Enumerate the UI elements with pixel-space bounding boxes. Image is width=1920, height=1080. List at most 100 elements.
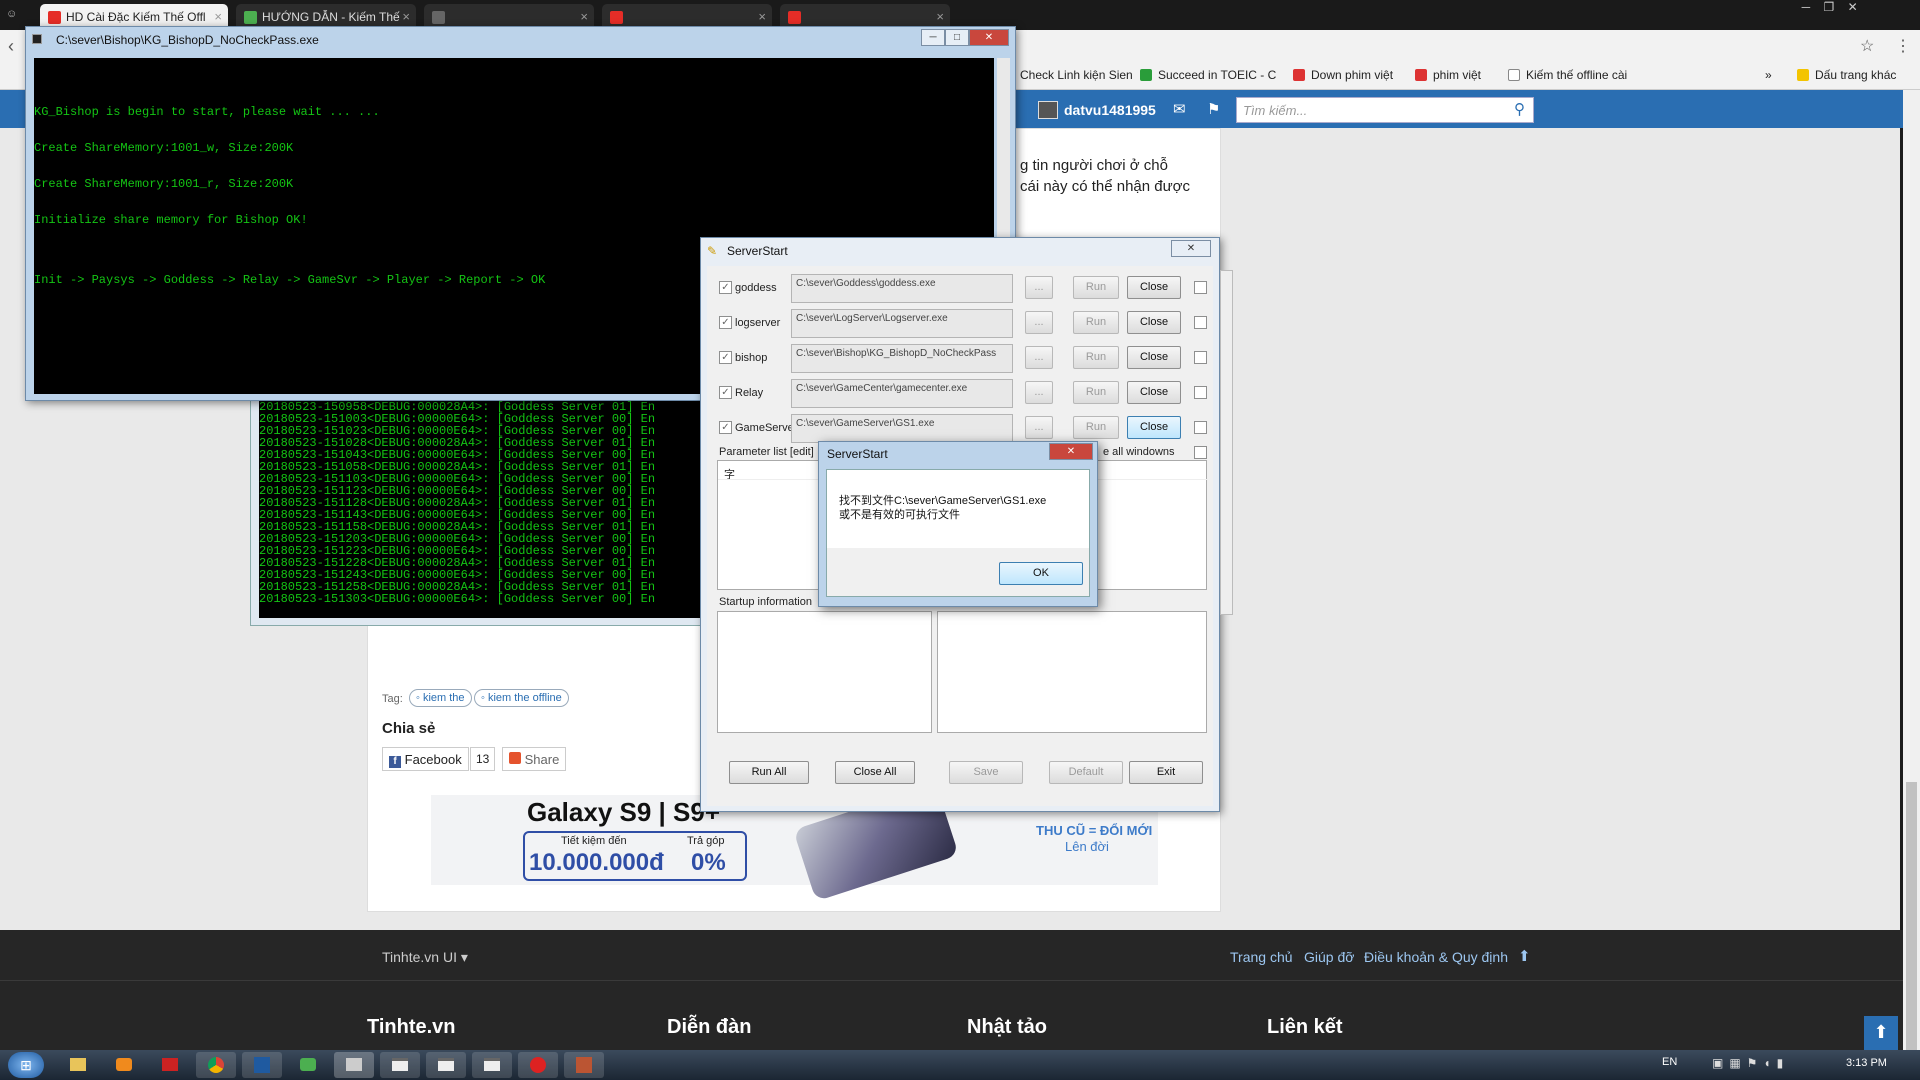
ok-button[interactable]: OK	[999, 562, 1083, 585]
close-server-button[interactable]: Close	[1127, 346, 1181, 369]
close-button[interactable]: ✕	[1171, 240, 1211, 257]
run-button[interactable]: Run	[1073, 276, 1119, 299]
browse-button[interactable]: ...	[1025, 381, 1053, 404]
run-button[interactable]: Run	[1073, 416, 1119, 439]
start-button[interactable]: ⊞	[8, 1052, 44, 1078]
default-button[interactable]: Default	[1049, 761, 1123, 784]
browse-button[interactable]: ...	[1025, 276, 1053, 299]
avatar[interactable]	[1038, 101, 1058, 119]
goddess-console-window[interactable]: 20180523-150958<DEBUG:000028A4>: [Goddes…	[250, 390, 747, 626]
close-server-button[interactable]: Close	[1127, 276, 1181, 299]
server-extra-checkbox[interactable]	[1194, 386, 1207, 399]
window-controls[interactable]: ─ ❐ ✕	[1795, 0, 1915, 18]
browse-button[interactable]: ...	[1025, 416, 1053, 439]
server-extra-checkbox[interactable]	[1194, 316, 1207, 329]
back-to-top-button[interactable]: ⬆	[1864, 1016, 1898, 1050]
page-scrollbar[interactable]	[1903, 90, 1920, 1056]
taskbar-skype[interactable]	[288, 1052, 328, 1078]
back-icon[interactable]: ‹	[8, 36, 14, 57]
username[interactable]: datvu1481995	[1064, 102, 1156, 118]
user-icon[interactable]: ☺	[6, 8, 26, 22]
taskbar-chrome[interactable]	[196, 1052, 236, 1078]
server-extra-checkbox[interactable]	[1194, 281, 1207, 294]
close-server-button[interactable]: Close	[1127, 416, 1181, 439]
flag-icon[interactable]: ⚑	[1207, 100, 1220, 118]
close-button[interactable]: ✕	[969, 29, 1009, 46]
close-server-button[interactable]: Close	[1127, 311, 1181, 334]
tag-link[interactable]: ◦ kiem the	[409, 689, 472, 707]
server-extra-checkbox[interactable]	[1194, 351, 1207, 364]
share-button[interactable]: Share	[502, 747, 567, 771]
server-extra-checkbox[interactable]	[1194, 421, 1207, 434]
bookmark-1[interactable]: Succeed in TOEIC - C	[1140, 68, 1276, 82]
footer-link[interactable]: Giúp đỡ	[1304, 949, 1354, 965]
bookmark-3[interactable]: phim việt	[1415, 68, 1481, 82]
server-enabled-checkbox[interactable]: ✓	[719, 386, 732, 399]
server-enabled-checkbox[interactable]: ✓	[719, 316, 732, 329]
close-tab-icon[interactable]: ×	[758, 9, 766, 24]
star-icon[interactable]: ☆	[1860, 36, 1874, 56]
search-icon[interactable]: ⚲	[1514, 100, 1525, 118]
server-enabled-checkbox[interactable]: ✓	[719, 421, 732, 434]
bookmark-2[interactable]: Down phim việt	[1293, 68, 1393, 82]
taskbar-media[interactable]	[104, 1052, 144, 1078]
menu-icon[interactable]: ⋮	[1895, 36, 1911, 56]
server-path-field[interactable]: C:\sever\LogServer\Logserver.exe	[791, 309, 1013, 338]
server-path-field[interactable]: C:\sever\Bishop\KG_BishopD_NoCheckPass	[791, 344, 1013, 373]
hide-windows-checkbox[interactable]	[1194, 446, 1207, 459]
bookmark-other[interactable]: Dấu trang khác	[1797, 68, 1896, 82]
scroll-thumb[interactable]	[1906, 782, 1917, 1056]
browse-button[interactable]: ...	[1025, 311, 1053, 334]
run-button[interactable]: Run	[1073, 311, 1119, 334]
bookmark-4[interactable]: Kiếm thế offline cài	[1508, 68, 1627, 82]
taskbar-console[interactable]	[472, 1052, 512, 1078]
run-button[interactable]: Run	[1073, 346, 1119, 369]
server-path-field[interactable]: C:\sever\GameServer\GS1.exe	[791, 414, 1013, 443]
taskbar-outlook[interactable]	[242, 1052, 282, 1078]
close-tab-icon[interactable]: ×	[402, 9, 410, 24]
browse-button[interactable]: ...	[1025, 346, 1053, 369]
exit-button[interactable]: Exit	[1129, 761, 1203, 784]
startup-list[interactable]	[717, 611, 932, 733]
close-tab-icon[interactable]: ×	[580, 9, 588, 24]
server-enabled-checkbox[interactable]: ✓	[719, 351, 732, 364]
tray-icons[interactable]: ▣▦⚑◖▮	[1712, 1056, 1789, 1070]
server-path-field[interactable]: C:\sever\Goddess\goddess.exe	[791, 274, 1013, 303]
folder-icon	[70, 1058, 86, 1071]
taskbar-app[interactable]	[150, 1052, 190, 1078]
run-button[interactable]: Run	[1073, 381, 1119, 404]
error-dialog[interactable]: ServerStart ✕ 找不到文件C:\sever\GameServer\G…	[818, 441, 1098, 607]
close-server-button[interactable]: Close	[1127, 381, 1181, 404]
search-input[interactable]: Tìm kiếm...	[1236, 97, 1534, 123]
clock[interactable]: 3:13 PM	[1846, 1057, 1887, 1069]
minimize-button[interactable]: ─	[921, 29, 945, 46]
server-enabled-checkbox[interactable]: ✓	[719, 281, 732, 294]
tag-link[interactable]: ◦ kiem the offline	[474, 689, 569, 707]
taskbar-console[interactable]	[380, 1052, 420, 1078]
save-button[interactable]: Save	[949, 761, 1023, 784]
param-label[interactable]: Parameter list [edit]	[719, 446, 814, 458]
run-all-button[interactable]: Run All	[729, 761, 809, 784]
scroll-top-icon[interactable]: ⬆	[1518, 947, 1531, 965]
close-tab-icon[interactable]: ×	[936, 9, 944, 24]
maximize-button[interactable]: □	[945, 29, 969, 46]
bookmark-0[interactable]: Check Linh kiện Sien	[1020, 68, 1133, 82]
taskbar-serverstart[interactable]	[334, 1052, 374, 1078]
background-scrollbar[interactable]	[1220, 270, 1233, 615]
language-indicator[interactable]: EN	[1662, 1056, 1677, 1068]
close-all-button[interactable]: Close All	[835, 761, 915, 784]
facebook-share-button[interactable]: f Facebook	[382, 747, 469, 771]
taskbar-explorer[interactable]	[58, 1052, 98, 1078]
taskbar-app[interactable]	[564, 1052, 604, 1078]
startup-detail[interactable]	[937, 611, 1207, 733]
footer-link[interactable]: Điều khoản & Quy định	[1364, 949, 1508, 965]
dialog-close-button[interactable]: ✕	[1049, 443, 1093, 460]
mail-icon[interactable]: ✉	[1173, 100, 1186, 118]
bookmarks-overflow[interactable]: »	[1765, 68, 1772, 82]
footer-ui-menu[interactable]: Tinhte.vn UI ▾	[382, 949, 468, 966]
footer-link[interactable]: Trang chủ	[1230, 949, 1293, 965]
server-path-field[interactable]: C:\sever\GameCenter\gamecenter.exe	[791, 379, 1013, 408]
taskbar-console[interactable]	[426, 1052, 466, 1078]
taskbar-app[interactable]	[518, 1052, 558, 1078]
close-tab-icon[interactable]: ×	[214, 9, 222, 24]
